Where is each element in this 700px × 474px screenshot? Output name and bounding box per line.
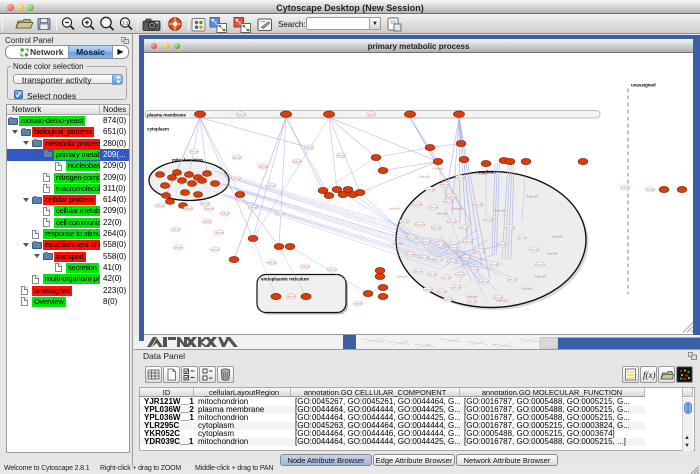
svg-text:Unk-a0: Unk-a0: [449, 246, 458, 250]
svg-text:Unk-a0: Unk-a0: [155, 204, 164, 208]
svg-text:(Unk-a0): (Unk-a0): [437, 212, 448, 216]
svg-text:Unk-a0: Unk-a0: [451, 286, 460, 290]
svg-text:(Unk-a0): (Unk-a0): [522, 287, 533, 291]
svg-text:Unk-a0: Unk-a0: [231, 177, 240, 181]
svg-text:Unk-a0: Unk-a0: [220, 212, 229, 216]
svg-text:Unk-a0: Unk-a0: [336, 154, 345, 158]
svg-text:Unk-a0: Unk-a0: [433, 258, 442, 262]
svg-text:Unk-a0: Unk-a0: [292, 160, 301, 164]
svg-text:Unk-a0: Unk-a0: [483, 218, 492, 222]
svg-text:Unk-a0: Unk-a0: [441, 276, 450, 280]
svg-text:(Unk-a0): (Unk-a0): [452, 207, 463, 211]
svg-text:Unk-a0: Unk-a0: [266, 184, 275, 188]
svg-text:Unk-a0: Unk-a0: [440, 183, 449, 187]
svg-text:Unk-a0: Unk-a0: [183, 207, 192, 211]
svg-text:Unk-a0: Unk-a0: [455, 273, 464, 277]
svg-text:Unk-a0: Unk-a0: [423, 288, 432, 292]
svg-text:Unk-a0: Unk-a0: [399, 220, 408, 224]
svg-text:(Unk-a0): (Unk-a0): [419, 175, 430, 179]
svg-text:(Unk-a0): (Unk-a0): [497, 299, 508, 303]
svg-text:Unk-a0: Unk-a0: [248, 206, 257, 210]
svg-text:Unk-a0: Unk-a0: [447, 260, 456, 264]
svg-text:Unk-a0: Unk-a0: [529, 248, 538, 252]
svg-text:Unk-a0: Unk-a0: [447, 195, 456, 199]
svg-text:(Unk-a0): (Unk-a0): [535, 275, 546, 279]
svg-text:Unk-a0: Unk-a0: [210, 248, 219, 252]
svg-text:Unk-a0: Unk-a0: [447, 220, 456, 224]
svg-text:Unk-a0: Unk-a0: [645, 188, 654, 192]
svg-text:Unk-a0: Unk-a0: [489, 263, 498, 267]
svg-text:unassigned: unassigned: [631, 83, 656, 88]
svg-text:(Unk-a0): (Unk-a0): [527, 195, 538, 199]
svg-text:Unk-a0: Unk-a0: [405, 253, 414, 257]
svg-text:Unk-a0: Unk-a0: [200, 202, 209, 206]
svg-text:Unk-a0: Unk-a0: [214, 231, 223, 235]
svg-text:Unk-a0: Unk-a0: [412, 203, 421, 207]
svg-text:Unk-a0: Unk-a0: [171, 228, 180, 232]
svg-text:Unk-a0: Unk-a0: [473, 203, 482, 207]
svg-text:(Unk-a0): (Unk-a0): [547, 252, 558, 256]
svg-text:Unk-a0: Unk-a0: [236, 112, 245, 116]
svg-text:Unk-a0: Unk-a0: [267, 261, 276, 265]
svg-text:Unk-a0: Unk-a0: [421, 240, 430, 244]
svg-text:(Unk-a0): (Unk-a0): [495, 209, 506, 213]
svg-text:Unk-a0: Unk-a0: [415, 223, 424, 227]
svg-text:mitochondrion: mitochondrion: [172, 158, 203, 163]
svg-text:Unk-a0: Unk-a0: [189, 150, 198, 154]
svg-text:Unk-a0: Unk-a0: [204, 207, 213, 211]
svg-text:Unk-a0: Unk-a0: [443, 298, 452, 302]
svg-text:1:1: 1:1: [122, 21, 129, 26]
svg-text:Unk-a0: Unk-a0: [202, 220, 211, 224]
svg-text:Unk-a0: Unk-a0: [507, 278, 516, 282]
svg-text:Unk-a0: Unk-a0: [258, 165, 267, 169]
svg-text:Unk-a0: Unk-a0: [463, 240, 472, 244]
svg-text:Unk-a0: Unk-a0: [461, 256, 470, 260]
svg-text:Unk-a0: Unk-a0: [300, 265, 309, 269]
svg-text:Unk-a0: Unk-a0: [428, 206, 437, 210]
svg-text:Unk-a0: Unk-a0: [435, 243, 444, 247]
svg-text:(Unk-a0): (Unk-a0): [389, 207, 400, 211]
svg-text:(Unk-a0): (Unk-a0): [477, 172, 488, 176]
svg-text:Unk-a0: Unk-a0: [467, 300, 476, 304]
svg-text:Unk-a0: Unk-a0: [469, 268, 478, 272]
svg-text:(Unk-a0): (Unk-a0): [397, 275, 408, 279]
svg-text:Unk-a0: Unk-a0: [425, 188, 434, 192]
svg-text:Unk-a0: Unk-a0: [475, 250, 484, 254]
svg-text:(Unk-a0): (Unk-a0): [552, 235, 563, 239]
svg-text:Unk-a0: Unk-a0: [407, 236, 416, 240]
svg-text:Unk-a0: Unk-a0: [431, 226, 440, 230]
svg-text:Unk-a0: Unk-a0: [427, 273, 436, 277]
svg-text:Unk-a0: Unk-a0: [437, 290, 446, 294]
svg-text:Unk-a0: Unk-a0: [275, 212, 284, 216]
svg-text:Unk-a0: Unk-a0: [304, 146, 313, 150]
svg-text:Unk-a0: Unk-a0: [419, 256, 428, 260]
svg-text:(Unk-a0): (Unk-a0): [433, 167, 444, 171]
svg-text:Unk-a0: Unk-a0: [459, 226, 468, 230]
svg-text:Unk-a0: Unk-a0: [327, 268, 336, 272]
svg-text:Unk-a0: Unk-a0: [517, 236, 526, 240]
svg-text:Unk-a0: Unk-a0: [479, 280, 488, 284]
svg-text:Unk-a0: Unk-a0: [455, 176, 464, 180]
svg-text:f(x): f(x): [643, 370, 656, 380]
svg-text:Unk-a0: Unk-a0: [286, 295, 295, 299]
svg-text:Unk-a0: Unk-a0: [232, 156, 241, 160]
svg-text:Unk-a0: Unk-a0: [413, 270, 422, 274]
svg-text:plasma membrane: plasma membrane: [147, 113, 186, 118]
svg-text:Unk-a0: Unk-a0: [173, 246, 182, 250]
svg-text:Unk-a0: Unk-a0: [620, 186, 629, 190]
svg-text:cytoplasm: cytoplasm: [147, 127, 169, 132]
svg-text:Unk-a0: Unk-a0: [535, 263, 544, 267]
svg-text:Unk-a0: Unk-a0: [497, 243, 506, 247]
svg-text:(Unk-a0): (Unk-a0): [467, 295, 478, 299]
svg-text:(Unk-a0): (Unk-a0): [392, 242, 403, 246]
svg-text:Unk-a0: Unk-a0: [366, 112, 375, 116]
svg-text:Unk-a0: Unk-a0: [505, 226, 514, 230]
svg-text:Unk-a0: Unk-a0: [443, 200, 452, 204]
svg-text:Unk-a0: Unk-a0: [353, 302, 362, 306]
